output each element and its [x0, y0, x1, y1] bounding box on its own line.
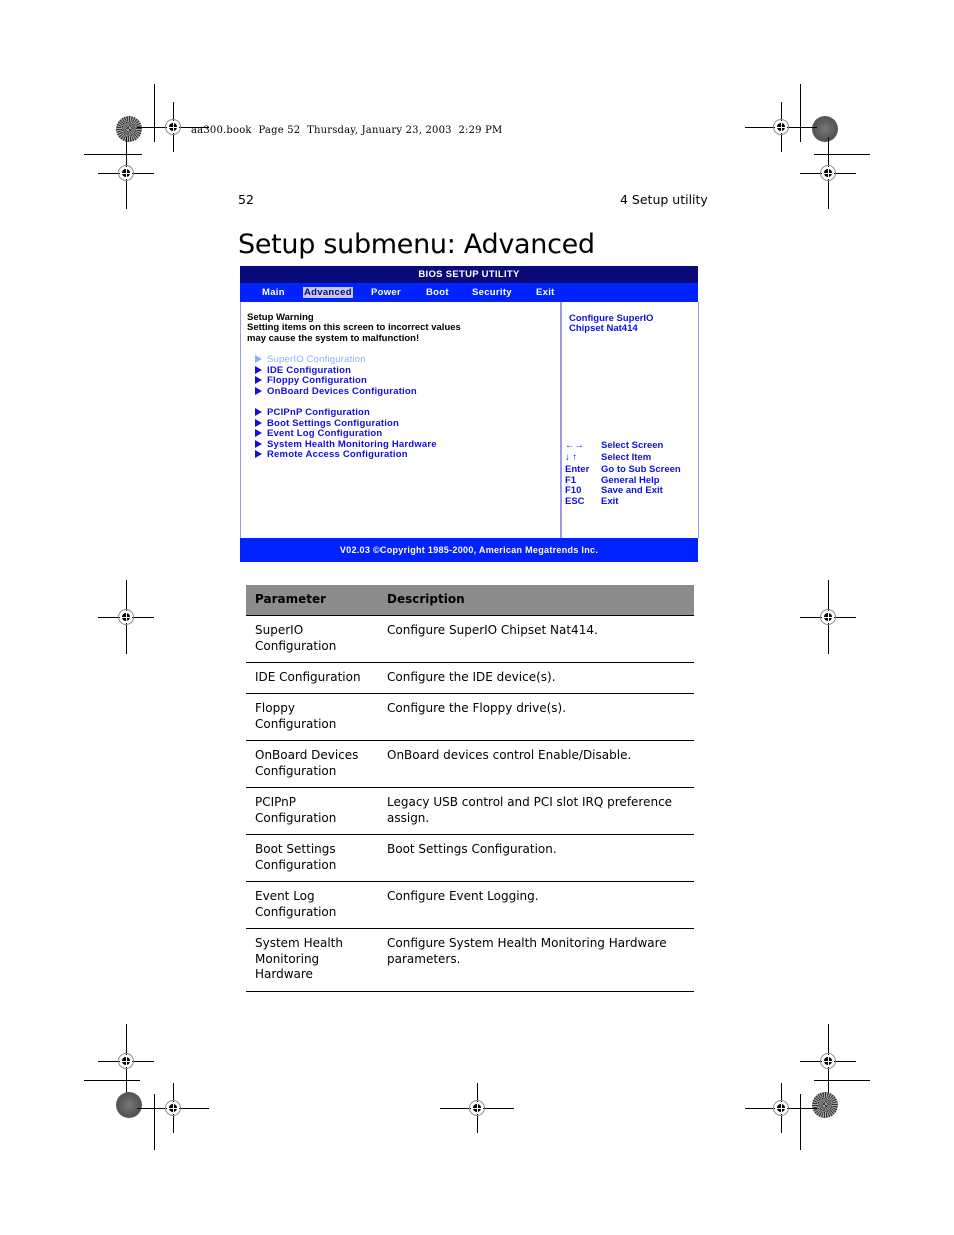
table-row: Floppy Configuration Configure the Flopp…	[246, 694, 694, 741]
parameter-cell: Event Log Configuration	[255, 889, 337, 919]
crop-line	[154, 1094, 155, 1150]
table-row: Boot Settings Configuration Boot Setting…	[246, 835, 694, 882]
triangle-right-icon	[255, 408, 262, 416]
description-cell: Configure SuperIO Chipset Nat414.	[387, 623, 598, 637]
parameter-cell: PCIPnP Configuration	[255, 795, 337, 825]
parameter-table: Parameter Description SuperIO Configurat…	[246, 585, 694, 992]
crop-line	[814, 154, 870, 155]
triangle-right-icon	[255, 419, 262, 427]
table-row: IDE Configuration Configure the IDE devi…	[246, 663, 694, 694]
help-text: Chipset Nat414	[569, 323, 638, 334]
parameter-cell: System Health Monitoring Hardware	[255, 936, 343, 981]
warning-text: Setting items on this screen to incorrec…	[247, 322, 461, 333]
warning-text: may cause the system to malfunction!	[247, 333, 420, 344]
description-cell: Boot Settings Configuration.	[387, 842, 557, 856]
bios-footer: V02.03 ©Copyright 1985-2000, American Me…	[240, 538, 698, 562]
key-esc: ESC	[565, 496, 585, 507]
bios-item-floppy[interactable]: Floppy Configuration	[255, 375, 367, 387]
key-desc: Select Item	[601, 452, 652, 463]
color-wheel-mark	[116, 1092, 142, 1118]
bios-item-event-log[interactable]: Event Log Configuration	[255, 428, 382, 440]
triangle-right-icon	[255, 387, 262, 395]
parameter-cell: Floppy Configuration	[255, 701, 337, 731]
table-row: PCIPnP Configuration Legacy USB control …	[246, 788, 694, 835]
key-enter: Enter	[565, 464, 590, 475]
bios-item-onboard[interactable]: OnBoard Devices Configuration	[255, 386, 417, 398]
bios-screenshot: BIOS SETUP UTILITY Main Advanced Power B…	[240, 266, 699, 562]
parameter-cell: Boot Settings Configuration	[255, 842, 337, 872]
key-arrows-ud: ↓ ↑	[565, 452, 578, 463]
bios-title-bar: BIOS SETUP UTILITY	[240, 266, 698, 283]
print-slug: aa300.book Page 52 Thursday, January 23,…	[191, 125, 503, 136]
crop-line	[84, 1080, 140, 1081]
bios-menu-main[interactable]: Main	[262, 287, 285, 298]
chapter-header: 4 Setup utility	[620, 192, 708, 207]
table-row: Event Log Configuration Configure Event …	[246, 882, 694, 929]
bios-help-panel: Configure SuperIO Chipset Nat414 ←→ Sele…	[560, 302, 699, 538]
key-desc: Exit	[601, 496, 619, 507]
description-cell: Legacy USB control and PCI slot IRQ pref…	[387, 795, 673, 825]
page-number: 52	[238, 192, 254, 207]
triangle-right-icon	[255, 450, 262, 458]
bios-menu-exit[interactable]: Exit	[536, 287, 555, 298]
triangle-right-icon	[255, 440, 262, 448]
bios-main-panel: Setup Warning Setting items on this scre…	[240, 302, 561, 538]
crop-line	[154, 84, 155, 142]
description-cell: Configure System Health Monitoring Hardw…	[387, 936, 667, 966]
crop-line	[800, 1094, 801, 1150]
triangle-right-icon	[255, 376, 262, 384]
bios-menu-advanced[interactable]: Advanced	[303, 287, 353, 298]
bios-menu-boot[interactable]: Boot	[426, 287, 449, 298]
column-header-description: Description	[387, 592, 465, 606]
bios-menu-power[interactable]: Power	[371, 287, 401, 298]
key-desc: Select Screen	[601, 440, 664, 451]
description-cell: OnBoard devices control Enable/Disable.	[387, 748, 632, 762]
key-arrows-lr: ←→	[565, 440, 584, 451]
bios-menu-security[interactable]: Security	[472, 287, 512, 298]
crop-line	[84, 154, 142, 155]
key-desc: Save and Exit	[601, 485, 663, 496]
key-f10: F10	[565, 485, 582, 496]
color-wheel-mark	[812, 116, 838, 142]
table-header: Parameter Description	[246, 585, 694, 616]
parameter-cell: SuperIO Configuration	[255, 623, 337, 653]
table-row: SuperIO Configuration Configure SuperIO …	[246, 616, 694, 663]
key-desc: Go to Sub Screen	[601, 464, 681, 475]
bios-menu-bar: Main Advanced Power Boot Security Exit	[240, 283, 698, 302]
parameter-cell: OnBoard Devices Configuration	[255, 748, 359, 778]
page-title: Setup submenu: Advanced	[238, 229, 595, 260]
description-cell: Configure the IDE device(s).	[387, 670, 556, 684]
description-cell: Configure Event Logging.	[387, 889, 539, 903]
bios-item-superio[interactable]: SuperIO Configuration	[255, 354, 366, 366]
parameter-cell: IDE Configuration	[255, 670, 361, 684]
bios-item-remote-access[interactable]: Remote Access Configuration	[255, 449, 408, 461]
column-header-parameter: Parameter	[255, 592, 327, 606]
triangle-right-icon	[255, 429, 262, 437]
triangle-right-icon	[255, 366, 262, 374]
description-cell: Configure the Floppy drive(s).	[387, 701, 567, 715]
color-wheel-mark	[116, 116, 142, 142]
bios-item-pcipnp[interactable]: PCIPnP Configuration	[255, 407, 370, 419]
color-wheel-mark	[812, 1092, 838, 1118]
table-row: System Health Monitoring Hardware Config…	[246, 929, 694, 992]
crop-line	[814, 1080, 870, 1081]
crop-line	[800, 84, 801, 142]
triangle-right-icon	[255, 355, 262, 363]
table-row: OnBoard Devices Configuration OnBoard de…	[246, 741, 694, 788]
